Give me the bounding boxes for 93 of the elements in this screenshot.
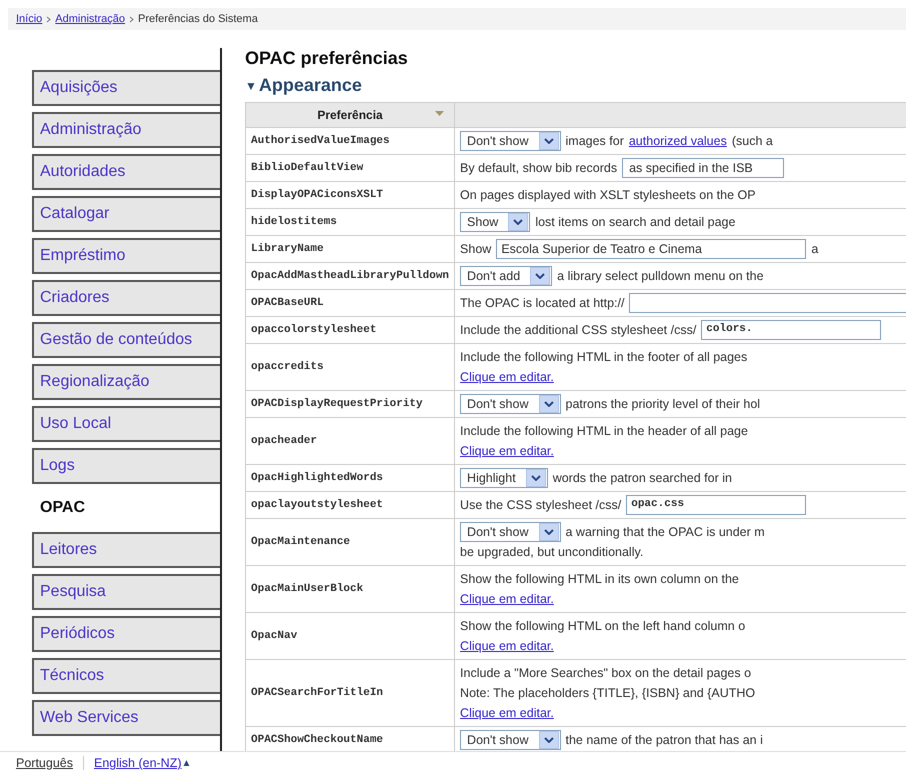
description-text: The OPAC is located at http:// xyxy=(460,296,624,310)
table-cell: OpacMainUserBlock xyxy=(246,566,455,612)
chevron-icon[interactable] xyxy=(538,731,558,749)
description-text: be upgraded, but unconditionally. xyxy=(460,545,644,559)
table-cell: hidelostitems xyxy=(246,208,455,236)
dropdown[interactable]: Don't show xyxy=(460,730,560,750)
link[interactable]: Clique em editar. xyxy=(460,592,554,606)
description-text: a xyxy=(811,242,818,256)
description-text: By default, show bib records xyxy=(460,161,618,175)
description-text: Note: The placeholders {TITLE}, {ISBN} and {AUTHO xyxy=(460,686,756,700)
table-cell: OPACDisplayRequestPriority xyxy=(246,390,455,418)
sidebar-item[interactable]: Técnicos xyxy=(32,658,220,694)
chevron-icon[interactable] xyxy=(538,395,558,413)
description-text: Show the following HTML in its own column on the xyxy=(460,572,739,586)
dropdown[interactable]: Show xyxy=(460,212,530,232)
chevron-icon[interactable] xyxy=(538,523,558,541)
description-text: Show xyxy=(460,242,492,256)
description-text: Include the following HTML in the header of all page xyxy=(460,424,748,438)
description-text: (such a xyxy=(732,134,773,148)
collapse-toggle[interactable]: ▼ xyxy=(245,78,257,92)
dropdown[interactable]: Don't show xyxy=(460,131,560,151)
table-cell: OPACSearchForTitleIn xyxy=(246,660,455,726)
chevron-icon[interactable] xyxy=(530,267,550,285)
table-cell: OPACShowCheckoutName xyxy=(246,726,455,751)
breadcrumb-text: Preferências do Sistema xyxy=(138,13,258,25)
description-text: a warning that the OPAC is under m xyxy=(566,525,765,539)
description-text: Show the following HTML on the left hand column o xyxy=(460,619,746,633)
link[interactable]: Clique em editar. xyxy=(460,370,554,384)
breadcrumb-link[interactable]: Início xyxy=(16,13,42,25)
chevron-icon[interactable] xyxy=(526,469,546,487)
sidebar-item[interactable]: Criadores xyxy=(32,280,220,316)
table-cell: OpacMaintenance xyxy=(246,518,455,566)
dropdown[interactable]: Highlight xyxy=(460,468,548,488)
link[interactable]: Clique em editar. xyxy=(460,444,554,458)
chevron-icon[interactable] xyxy=(538,132,558,150)
breadcrumb-link[interactable]: Administração xyxy=(55,13,125,25)
sidebar-item[interactable]: Gestão de conteúdos xyxy=(32,322,220,358)
section-title: Appearance xyxy=(258,75,362,96)
description-text: Include the following HTML in the footer of all pages xyxy=(460,350,748,364)
table-cell: OpacNav xyxy=(246,612,455,660)
link[interactable]: Clique em editar. xyxy=(460,639,554,653)
table-cell: OPACBaseURL xyxy=(246,290,455,316)
sidebar-item[interactable]: Pesquisa xyxy=(32,574,220,610)
current-language: Português xyxy=(16,756,73,770)
table-cell: AuthorisedValueImages xyxy=(246,128,455,154)
sidebar-item[interactable]: Empréstimo xyxy=(32,238,220,274)
table-cell: opaccolorstylesheet xyxy=(246,316,455,344)
sidebar-item[interactable]: Web Services xyxy=(32,700,220,736)
description-text: lost items on search and detail page xyxy=(535,215,736,229)
sidebar-item[interactable]: Uso Local xyxy=(32,406,220,442)
separator-icon xyxy=(46,16,52,22)
link[interactable]: authorized values xyxy=(628,134,727,148)
input-field[interactable]: colors. xyxy=(701,320,882,340)
description-text: Use the CSS stylesheet /css/ xyxy=(460,498,622,512)
description-text: On pages displayed with XSLT stylesheets on the OP xyxy=(460,188,756,202)
column-label: Preferência xyxy=(317,108,383,122)
input-field[interactable]: opac.css xyxy=(626,495,806,515)
dropdown[interactable]: Don't show xyxy=(460,522,560,542)
sidebar-item[interactable]: Leitores xyxy=(32,532,220,568)
sidebar-item[interactable]: Regionalização xyxy=(32,364,220,400)
input-field[interactable]: Escola Superior de Teatro e Cinema xyxy=(496,239,806,259)
description-text: a library select pulldown menu on the xyxy=(557,269,764,283)
sidebar-item[interactable]: Administração xyxy=(32,112,220,148)
language-link[interactable]: English (en-NZ) xyxy=(94,756,182,770)
table-cell: DisplayOPACiconsXSLT xyxy=(246,182,455,208)
dropdown[interactable]: as specified in the ISB xyxy=(622,158,784,178)
description-text: Include the additional CSS stylesheet /css/ xyxy=(460,323,696,337)
sidebar-item[interactable]: Autoridades xyxy=(32,154,220,190)
table-cell: OpacHighlightedWords xyxy=(246,464,455,492)
page-title: OPAC preferências xyxy=(245,48,409,69)
description-text: words the patron searched for in xyxy=(552,471,732,485)
description-text: patrons the priority level of their hol xyxy=(566,397,760,411)
table-cell: opaccredits xyxy=(246,344,455,390)
table-cell: LibraryName xyxy=(246,236,455,262)
dropdown[interactable]: Don't show xyxy=(460,394,560,414)
column-header[interactable]: Preferência xyxy=(246,102,455,128)
description-text: images for xyxy=(566,134,624,148)
description-text: the name of the patron that has an i xyxy=(566,733,763,747)
description-text: Include a "More Searches" box on the detail pages o xyxy=(460,666,752,680)
sidebar-item[interactable]: Logs xyxy=(32,448,220,484)
table-cell: opaclayoutstylesheet xyxy=(246,492,455,518)
caret-icon[interactable]: ▲ xyxy=(182,758,192,768)
table-cell: opacheader xyxy=(246,418,455,464)
input-field[interactable] xyxy=(629,293,906,313)
sidebar-item[interactable]: Catalogar xyxy=(32,196,220,232)
link[interactable]: Clique em editar. xyxy=(460,706,554,720)
table-cell: BiblioDefaultView xyxy=(246,154,455,182)
separator-icon xyxy=(129,16,134,22)
chevron-icon[interactable] xyxy=(508,213,528,231)
sidebar-item[interactable]: Aquisições xyxy=(32,70,220,106)
table-cell: OpacAddMastheadLibraryPulldown xyxy=(246,262,455,290)
sidebar-item[interactable]: Periódicos xyxy=(32,616,220,652)
dropdown[interactable]: Don't add xyxy=(460,266,552,286)
